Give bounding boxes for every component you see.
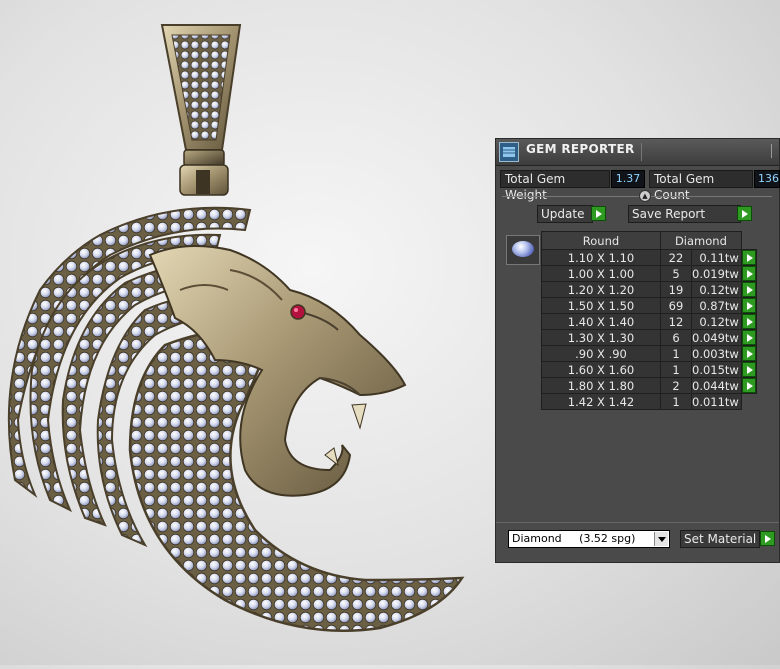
row-arrow-icon[interactable] xyxy=(741,298,756,313)
gem-count: 5 xyxy=(660,265,692,282)
set-material-button-label: Set Material xyxy=(684,532,757,546)
chevron-down-icon[interactable] xyxy=(654,532,668,546)
panel-title: GEM REPORTER xyxy=(526,142,635,156)
material-select[interactable]: Diamond (3.52 spg) xyxy=(508,530,670,548)
gem-count: 19 xyxy=(660,281,692,298)
gem-size: 1.40 X 1.40 xyxy=(541,313,661,330)
gem-size: 1.30 X 1.30 xyxy=(541,329,661,346)
row-arrow-icon[interactable] xyxy=(741,282,756,297)
table-row[interactable]: 1.30 X 1.30 6 0.049tw xyxy=(541,329,757,346)
gem-size: .90 X .90 xyxy=(541,345,661,362)
gem-weight: 0.049tw xyxy=(691,329,742,346)
lion-pendant-render xyxy=(7,24,465,633)
gem-size: 1.10 X 1.10 xyxy=(541,249,661,266)
save-report-arrow-icon[interactable] xyxy=(737,206,752,221)
gem-weight: 0.003tw xyxy=(691,345,742,362)
gem-count: 6 xyxy=(660,329,692,346)
table-row[interactable]: 1.42 X 1.42 1 0.011tw xyxy=(541,393,757,410)
material-select-value: Diamond (3.52 spg) xyxy=(512,532,636,545)
set-material-button[interactable]: Set Material xyxy=(680,530,760,548)
collapse-toggle-icon[interactable]: ▲ xyxy=(639,190,651,202)
gem-size: 1.80 X 1.80 xyxy=(541,377,661,394)
table-row[interactable]: .90 X .90 1 0.003tw xyxy=(541,345,757,362)
update-arrow-icon[interactable] xyxy=(591,206,606,221)
gem-weight: 0.044tw xyxy=(691,377,742,394)
save-report-button-label: Save Report xyxy=(632,207,706,221)
gem-size: 1.20 X 1.20 xyxy=(541,281,661,298)
panel-titlebar[interactable]: GEM REPORTER xyxy=(496,139,779,166)
total-gem-count-label: Total Gem Count xyxy=(649,170,753,202)
save-report-button[interactable]: Save Report xyxy=(628,205,741,223)
gem-weight: 0.11tw xyxy=(691,249,742,266)
update-button-label: Update xyxy=(541,207,585,221)
gem-size: 1.00 X 1.00 xyxy=(541,265,661,282)
gem-count: 12 xyxy=(660,313,692,330)
gem-weight: 0.12tw xyxy=(691,281,742,298)
table-row[interactable]: 1.80 X 1.80 2 0.044tw xyxy=(541,377,757,394)
set-material-arrow-icon[interactable] xyxy=(760,531,775,546)
section-divider xyxy=(502,196,772,197)
3d-viewport[interactable] xyxy=(0,0,495,665)
bottom-divider xyxy=(496,522,779,523)
panel-edge-handle[interactable] xyxy=(771,144,780,158)
update-button[interactable]: Update xyxy=(537,205,593,223)
title-separator xyxy=(641,143,642,161)
gem-weight: 0.015tw xyxy=(691,361,742,378)
table-row[interactable]: 1.50 X 1.50 69 0.87tw xyxy=(541,297,757,314)
row-arrow-icon[interactable] xyxy=(741,250,756,265)
table-row[interactable]: 1.10 X 1.10 22 0.11tw xyxy=(541,249,757,266)
table-row[interactable]: 1.00 X 1.00 5 0.019tw xyxy=(541,265,757,282)
gem-reporter-panel: GEM REPORTER Total Gem Weight 1.37 Total… xyxy=(495,138,780,563)
table-row[interactable]: 1.60 X 1.60 1 0.015tw xyxy=(541,361,757,378)
gem-table: Round Diamond 1.10 X 1.10 22 0.11tw 1.00… xyxy=(541,231,757,410)
gem-count: 1 xyxy=(660,361,692,378)
gem-weight: 0.011tw xyxy=(691,393,742,410)
gem-count: 69 xyxy=(660,297,692,314)
gem-size: 1.42 X 1.42 xyxy=(541,393,661,410)
gem-count: 2 xyxy=(660,377,692,394)
row-arrow-icon[interactable] xyxy=(741,378,756,393)
gem-weight: 0.87tw xyxy=(691,297,742,314)
row-arrow-icon[interactable] xyxy=(741,362,756,377)
column-header-shape: Round xyxy=(541,231,661,250)
total-gem-count-value: 136 xyxy=(754,170,780,188)
round-diamond-icon[interactable] xyxy=(506,235,540,265)
gem-count: 1 xyxy=(660,345,692,362)
gem-weight: 0.12tw xyxy=(691,313,742,330)
row-arrow-icon[interactable] xyxy=(741,314,756,329)
gem-count: 22 xyxy=(660,249,692,266)
table-row[interactable]: 1.20 X 1.20 19 0.12tw xyxy=(541,281,757,298)
gem-count: 1 xyxy=(660,393,692,410)
total-gem-weight-label: Total Gem Weight xyxy=(500,170,610,202)
row-arrow-icon[interactable] xyxy=(741,266,756,281)
gem-size: 1.60 X 1.60 xyxy=(541,361,661,378)
gem-reporter-icon xyxy=(499,142,519,162)
bail xyxy=(160,24,242,196)
gem-weight: 0.019tw xyxy=(691,265,742,282)
row-arrow-icon[interactable] xyxy=(741,330,756,345)
ruby-eye xyxy=(290,304,306,320)
total-gem-weight-value: 1.37 xyxy=(611,170,645,188)
column-header-material: Diamond xyxy=(660,231,742,250)
table-row[interactable]: 1.40 X 1.40 12 0.12tw xyxy=(541,313,757,330)
row-arrow-icon[interactable] xyxy=(741,346,756,361)
gem-size: 1.50 X 1.50 xyxy=(541,297,661,314)
